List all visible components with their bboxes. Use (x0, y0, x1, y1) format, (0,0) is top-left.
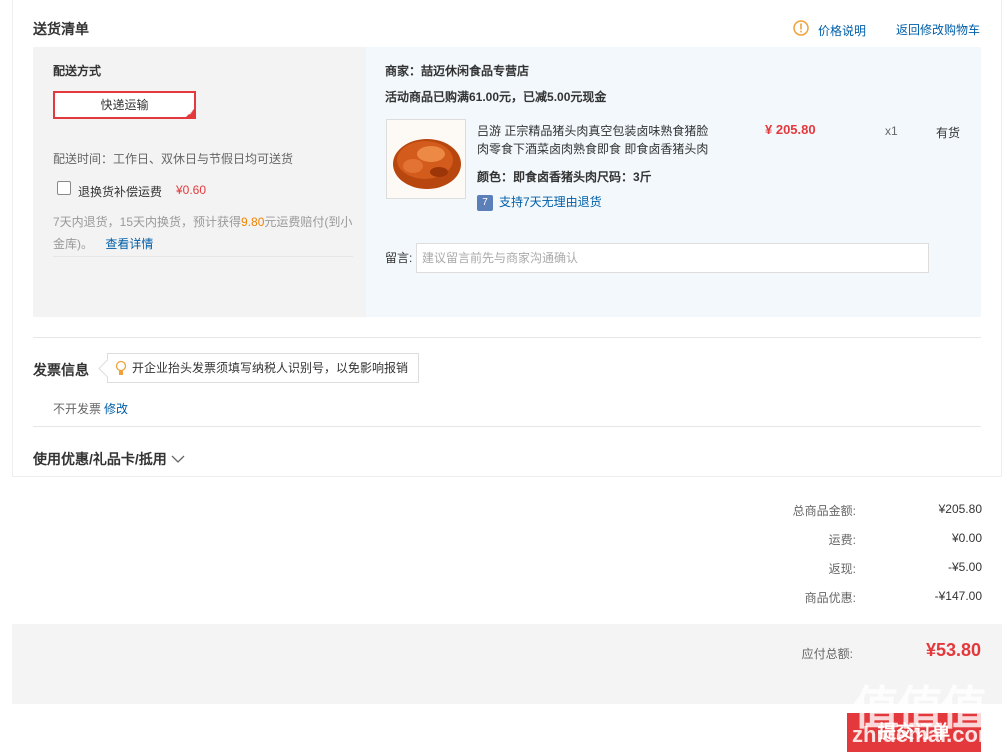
total-value: ¥53.80 (925, 640, 981, 660)
return-policy: 7 支持7天无理由退货 (477, 193, 602, 211)
delivery-list-title: 送货清单 (33, 21, 89, 37)
invoice-title: 发票信息 (33, 362, 89, 378)
delivery-time: 配送时间：工作日、双休日与节假日均可送货 (53, 152, 294, 166)
product-title-line-2: 肉零食下酒菜卤肉熟食即食 即食卤香猪头肉 (477, 142, 709, 156)
express-shipping-button[interactable]: 快递运输 ✓ (53, 91, 196, 119)
shop-panel: 商家：喆迈休闲食品专营店 活动商品已购满61.00元，已减5.00元现金 吕游 … (366, 47, 981, 317)
express-shipping-label: 快递运输 (100, 98, 149, 112)
product-title-line-1: 吕游 正宗精品猪头肉真空包装卤味熟食猪脸 (477, 124, 709, 138)
insurance-desc-text-2: 元运费赔付(到小 (264, 215, 353, 229)
summary-value: -¥147.00 (934, 589, 982, 603)
price-note-link[interactable]: 价格说明 (818, 22, 866, 39)
total-label: 应付总额: (801, 647, 853, 661)
summary-label: 运费: (828, 533, 856, 547)
summary-value: -¥5.00 (947, 560, 982, 574)
insurance-desc-text-3: 金库)。 (53, 237, 93, 251)
product-title[interactable]: 吕游 正宗精品猪头肉真空包装卤味熟食猪脸 肉零食下酒菜卤肉熟食即食 即食卤香猪头… (477, 122, 708, 158)
summary-row: 总商品金额: ¥205.80 (682, 502, 982, 522)
section-divider (33, 426, 981, 427)
summary-value: ¥0.00 (951, 531, 982, 545)
seven-day-return-icon: 7 (477, 194, 493, 211)
insurance-price: ¥0.60 (176, 183, 207, 197)
summary-label: 总商品金额: (792, 504, 856, 518)
section-divider (33, 337, 981, 338)
summary-row: 商品优惠: -¥147.00 (682, 589, 982, 609)
product-image[interactable] (386, 119, 466, 199)
summary-label: 返现: (828, 562, 856, 576)
summary-value: ¥205.80 (938, 502, 982, 516)
checkmark-icon: ✓ (188, 110, 194, 117)
warning-icon (793, 20, 809, 39)
summary-label: 商品优惠: (804, 591, 856, 605)
message-label: 留言: (385, 251, 413, 265)
lightbulb-icon (115, 354, 127, 392)
chevron-down-icon (171, 451, 185, 467)
insurance-amount: 9.80 (241, 215, 265, 229)
insurance-desc-text: 7天内退货，15天内换货，预计获得 (53, 215, 242, 229)
invoice-tip: 开企业抬头发票须填写纳税人识别号，以免影响报销 (107, 353, 419, 383)
product-spec: 颜色：即食卤香猪头肉尺码：3斤 (477, 168, 652, 185)
view-details-link[interactable]: 查看详情 (105, 237, 153, 251)
return-policy-text: 支持7天无理由退货 (499, 195, 602, 209)
message-input[interactable]: 建议留言前先与商家沟通确认 (416, 243, 929, 273)
merchant-name: 商家：喆迈休闲食品专营店 (385, 64, 530, 78)
invoice-tip-text: 开企业抬头发票须填写纳税人识别号，以免影响报销 (132, 361, 409, 375)
invoice-status: 不开发票 (53, 402, 102, 416)
coupon-title: 使用优惠/礼品卡/抵用 (33, 451, 167, 467)
panel-divider (53, 256, 353, 257)
summary-row: 运费: ¥0.00 (682, 531, 982, 551)
insurance-label: 退换货补偿运费 (78, 185, 163, 199)
delivery-method-title: 配送方式 (53, 64, 102, 78)
coupon-toggle[interactable]: 使用优惠/礼品卡/抵用 (33, 449, 185, 469)
product-quantity: x1 (885, 124, 898, 138)
back-to-cart-link[interactable]: 返回修改购物车 (896, 21, 980, 38)
checkbox-icon[interactable] (57, 181, 71, 195)
invoice-modify-link[interactable]: 修改 (104, 400, 128, 417)
delivery-method-panel: 配送方式 快递运输 ✓ 配送时间：工作日、双休日与节假日均可送货 退换货补偿运费… (33, 47, 366, 317)
promotion-text: 活动商品已购满61.00元，已减5.00元现金 (385, 90, 607, 104)
product-price: ¥ 205.80 (765, 122, 816, 137)
product-spec-text: 颜色：即食卤香猪头肉尺码：3斤 (477, 170, 652, 184)
summary-row: 返现: -¥5.00 (682, 560, 982, 580)
stock-status: 有货 (936, 126, 961, 140)
watermark-site: zhidemai.com (852, 722, 998, 747)
insurance-description: 7天内退货，15天内换货，预计获得9.80元运费赔付(到小 金库)。 查看详情 (53, 211, 358, 255)
